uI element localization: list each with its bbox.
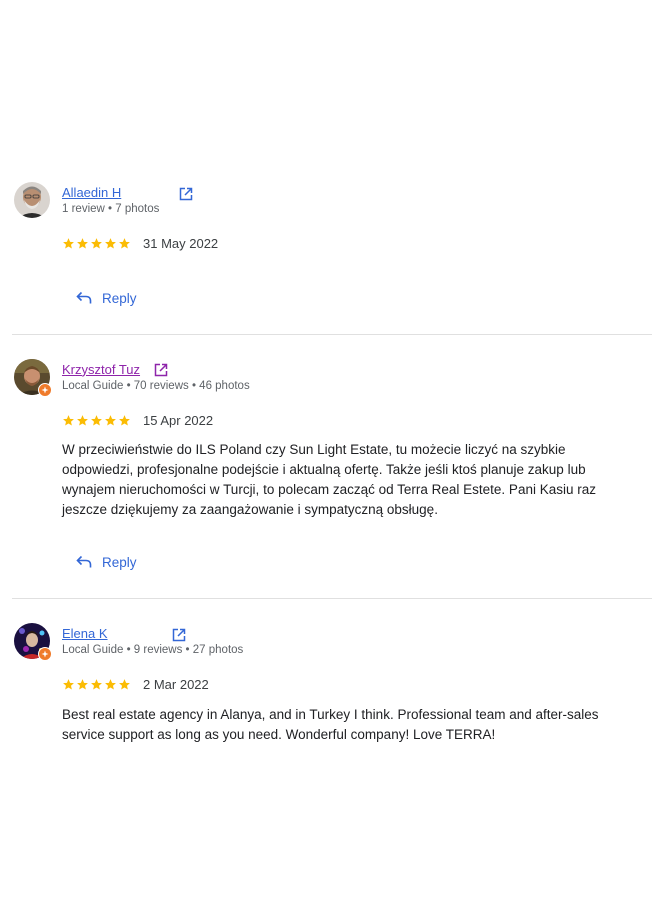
star-icon [119, 414, 130, 426]
rating-row: 2 Mar 2022 [62, 676, 209, 692]
star-icon [63, 678, 74, 690]
star-icon [91, 237, 102, 249]
star-icon [63, 414, 74, 426]
star-icon [63, 237, 74, 249]
author-meta: Local Guide • 9 reviews • 27 photos [62, 644, 244, 656]
reply-button[interactable]: Reply [66, 284, 147, 312]
rating-row: 31 May 2022 [62, 235, 218, 251]
review-text: W przeciwieństwie do ILS Poland czy Sun … [62, 442, 596, 517]
author-row: Krzysztof Tuz [62, 360, 140, 378]
author-row: Elena K [62, 624, 108, 642]
review-date: 2 Mar 2022 [143, 676, 209, 692]
author-meta: 1 review • 7 photos [62, 203, 160, 215]
star-icon [105, 678, 116, 690]
avatar[interactable] [14, 623, 52, 661]
star-icon [91, 414, 102, 426]
local-guide-badge-icon [38, 383, 52, 397]
star-icon [77, 414, 88, 426]
open-in-new-icon[interactable] [154, 363, 168, 377]
avatar[interactable] [14, 182, 50, 218]
star-rating [62, 678, 131, 691]
local-guide-badge-icon [38, 647, 52, 661]
divider [12, 598, 652, 599]
review-date: 15 Apr 2022 [143, 412, 214, 428]
author-meta: Local Guide • 70 reviews • 46 photos [62, 380, 250, 392]
rating-row: 15 Apr 2022 [62, 412, 213, 428]
reply-arrow-icon [76, 291, 92, 304]
reply-arrow-icon [76, 555, 92, 568]
reply-label: Reply [102, 554, 137, 570]
star-icon [91, 678, 102, 690]
open-in-new-icon[interactable] [179, 187, 193, 201]
reply-label: Reply [102, 290, 137, 306]
star-icon [77, 678, 88, 690]
open-in-new-icon[interactable] [172, 628, 186, 642]
author-row: Allaedin H [62, 183, 121, 201]
avatar-photo-icon [14, 182, 50, 218]
author-name-link[interactable]: Allaedin H [62, 185, 121, 200]
star-rating [62, 237, 131, 250]
star-icon [119, 237, 130, 249]
avatar[interactable] [14, 359, 52, 397]
review-text: Best real estate agency in Alanya, and i… [62, 707, 599, 742]
divider [12, 334, 652, 335]
review-date: 31 May 2022 [143, 235, 219, 251]
reply-button[interactable]: Reply [66, 548, 147, 576]
author-name-link[interactable]: Elena K [62, 626, 108, 641]
star-rating [62, 414, 131, 427]
star-icon [105, 414, 116, 426]
star-icon [119, 678, 130, 690]
author-name-link[interactable]: Krzysztof Tuz [62, 362, 140, 377]
star-icon [105, 237, 116, 249]
star-icon [77, 237, 88, 249]
